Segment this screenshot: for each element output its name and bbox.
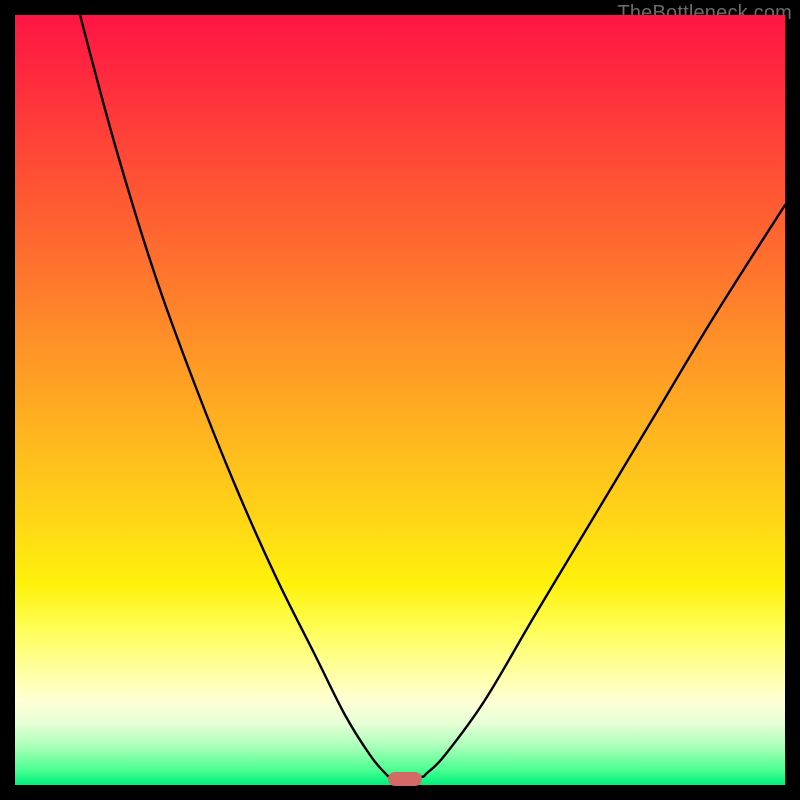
chart-frame: TheBottleneck.com: [0, 0, 800, 800]
optimum-marker: [388, 772, 422, 786]
bottleneck-curve: [15, 15, 785, 785]
plot-area: [15, 15, 785, 785]
